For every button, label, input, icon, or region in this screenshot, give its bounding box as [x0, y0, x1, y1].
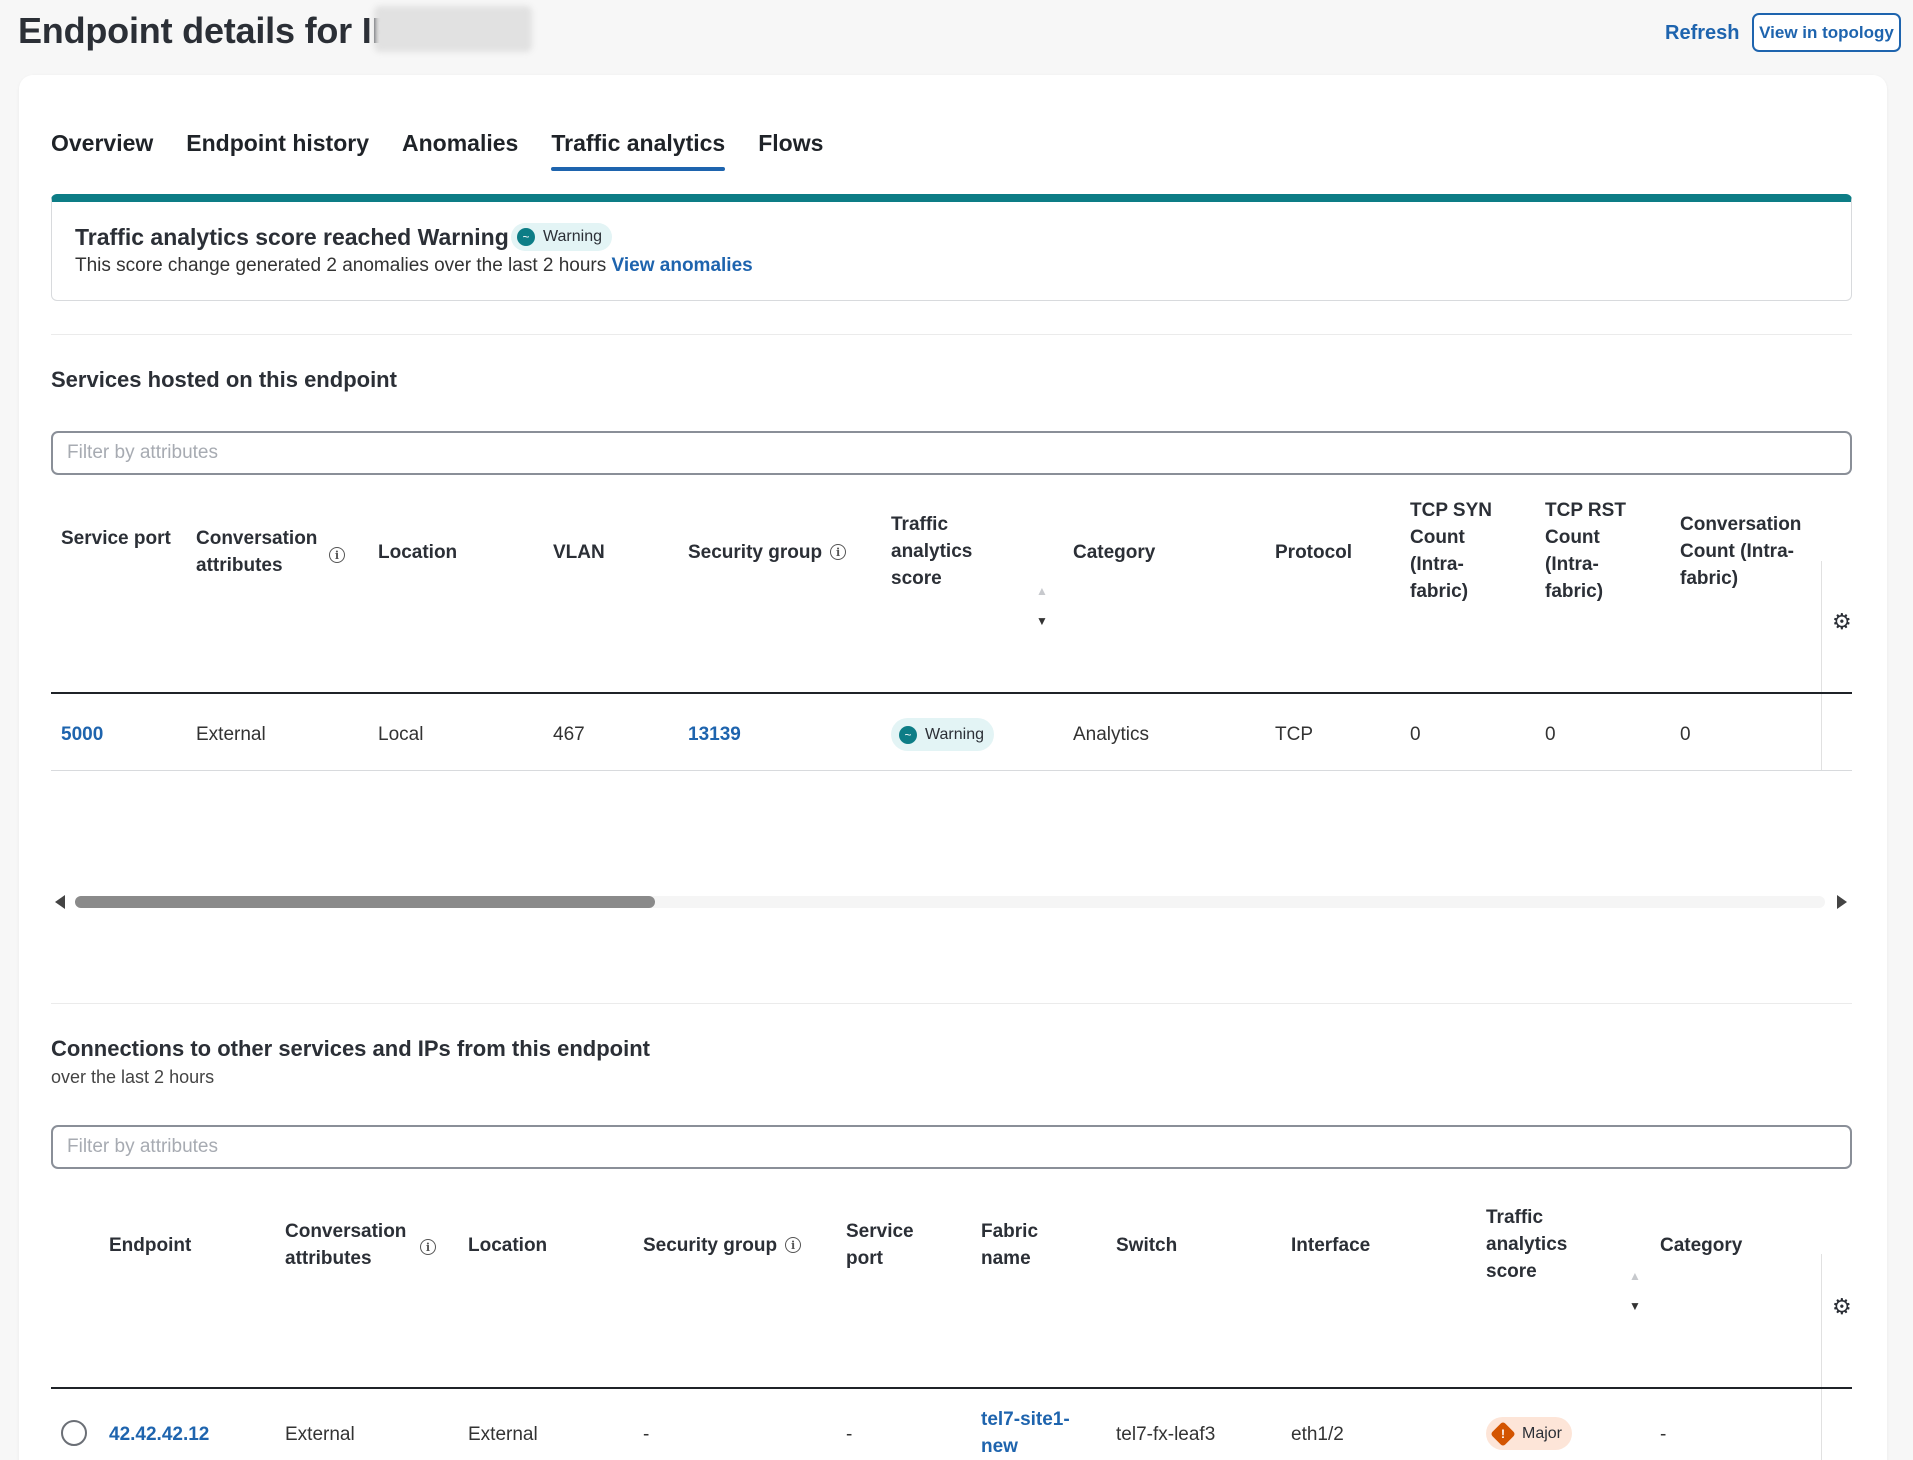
cell-tcp-rst-count: 0 — [1545, 724, 1556, 745]
column-separator — [1821, 561, 1822, 771]
alert-warning-badge: ~ Warning — [511, 223, 612, 251]
cell-conversation-attributes: External — [196, 724, 266, 745]
cell-category: Analytics — [1073, 724, 1150, 745]
tab-flows[interactable]: Flows — [758, 123, 823, 169]
badge-label: Major — [1522, 1425, 1563, 1442]
sort-icon[interactable]: ▲ ▼ — [1036, 585, 1048, 627]
warning-badge: ~ Warning — [891, 718, 994, 751]
redacted-ip — [374, 6, 532, 52]
column-header-traffic-analytics-score[interactable]: Traffic analytics score — [891, 511, 1011, 592]
cell-category: - — [1660, 1424, 1667, 1445]
sort-icon[interactable]: ▲ ▼ — [1629, 1270, 1641, 1312]
connections-section-subtitle: over the last 2 hours — [51, 1067, 215, 1087]
section-divider — [51, 1003, 1852, 1004]
column-label: Conversation attributes — [196, 528, 318, 576]
column-header-fabric-name[interactable]: Fabric name — [981, 1218, 1071, 1272]
column-header-vlan[interactable]: VLAN — [553, 525, 605, 579]
column-header-conversation-attributes[interactable]: Conversation attributes — [285, 1218, 425, 1272]
major-badge: ! Major — [1486, 1417, 1573, 1450]
alert-description: This score change generated 2 anomalies … — [75, 255, 753, 277]
page-title: Endpoint details for IP — [18, 10, 396, 51]
column-header-security-group[interactable]: Security group i — [688, 525, 847, 579]
row-divider — [51, 770, 1852, 771]
major-severity-icon: ! — [1490, 1420, 1516, 1447]
services-horizontal-scrollbar[interactable] — [51, 891, 1852, 913]
column-header-switch[interactable]: Switch — [1116, 1218, 1177, 1272]
cell-vlan: 467 — [553, 724, 585, 745]
tab-bar: Overview Endpoint history Anomalies Traf… — [51, 123, 856, 171]
column-header-conversation-count[interactable]: Conversation Count (Intra-fabric) — [1680, 511, 1820, 592]
info-icon[interactable]: i — [329, 547, 345, 563]
warning-status-icon: ~ — [899, 725, 917, 744]
cell-location: Local — [378, 724, 424, 745]
cell-protocol: TCP — [1275, 724, 1313, 745]
column-header-protocol[interactable]: Protocol — [1275, 525, 1352, 579]
security-group-link[interactable]: 13139 — [688, 721, 741, 748]
header-divider — [51, 692, 1852, 694]
view-anomalies-link[interactable]: View anomalies — [612, 255, 753, 276]
column-header-category[interactable]: Category — [1073, 525, 1155, 579]
page-header: Endpoint details for IP Refresh View in … — [0, 0, 1913, 74]
info-icon[interactable]: i — [830, 544, 847, 560]
badge-label: Warning — [925, 726, 984, 743]
column-header-conversation-attributes[interactable]: Conversation attributes — [196, 525, 336, 579]
column-header-endpoint[interactable]: Endpoint — [109, 1218, 191, 1272]
alert-text: This score change generated 2 anomalies … — [75, 255, 607, 276]
main-card: Overview Endpoint history Anomalies Traf… — [19, 75, 1887, 1460]
info-icon[interactable]: i — [785, 1237, 802, 1253]
column-separator — [1821, 1254, 1822, 1460]
column-header-tcp-syn-count[interactable]: TCP SYN Count (Intra-fabric) — [1410, 497, 1510, 605]
services-table: Service port Conversation attributes i L… — [51, 485, 1852, 795]
cell-traffic-score: ~ Warning — [891, 718, 994, 751]
service-port-link[interactable]: 5000 — [61, 721, 103, 748]
cell-conversation-count: 0 — [1680, 724, 1691, 745]
gear-icon[interactable]: ⚙ — [1832, 609, 1852, 635]
scroll-right-arrow[interactable] — [1837, 895, 1847, 909]
tab-overview[interactable]: Overview — [51, 123, 153, 169]
connections-table: Endpoint Conversation attributes i Locat… — [51, 1178, 1852, 1460]
column-header-interface[interactable]: Interface — [1291, 1218, 1370, 1272]
connections-filter-input[interactable] — [51, 1125, 1852, 1169]
tab-traffic-analytics[interactable]: Traffic analytics — [551, 123, 725, 171]
cell-traffic-score: ! Major — [1486, 1417, 1573, 1450]
cell-conversation-attributes: External — [285, 1424, 355, 1445]
column-label: Security group — [643, 1234, 778, 1256]
endpoint-link[interactable]: 42.42.42.12 — [109, 1421, 209, 1448]
column-header-location[interactable]: Location — [378, 525, 457, 579]
column-label: Security group — [688, 541, 823, 563]
info-icon[interactable]: i — [420, 1239, 436, 1255]
header-divider — [51, 1387, 1852, 1389]
services-filter-input[interactable] — [51, 431, 1852, 475]
tab-endpoint-history[interactable]: Endpoint history — [186, 123, 369, 169]
scroll-left-arrow[interactable] — [55, 895, 65, 909]
tab-anomalies[interactable]: Anomalies — [402, 123, 518, 169]
cell-service-port: - — [846, 1424, 853, 1445]
cell-security-group: - — [643, 1424, 650, 1445]
column-header-security-group[interactable]: Security group i — [643, 1218, 802, 1272]
cell-switch: tel7-fx-leaf3 — [1116, 1424, 1216, 1445]
cell-interface: eth1/2 — [1291, 1424, 1344, 1445]
column-header-service-port[interactable]: Service port — [846, 1218, 936, 1272]
view-in-topology-button[interactable]: View in topology — [1752, 13, 1901, 52]
warning-status-icon: ~ — [517, 228, 535, 246]
row-select-radio[interactable] — [61, 1420, 87, 1446]
column-header-traffic-analytics-score[interactable]: Traffic analytics score — [1486, 1204, 1606, 1285]
cell-location: External — [468, 1424, 538, 1445]
column-header-tcp-rst-count[interactable]: TCP RST Count (Intra-fabric) — [1545, 497, 1645, 605]
gear-icon[interactable]: ⚙ — [1832, 1294, 1852, 1320]
scroll-track[interactable] — [75, 896, 1825, 908]
services-section-title: Services hosted on this endpoint — [51, 367, 397, 392]
column-header-location[interactable]: Location — [468, 1218, 547, 1272]
alert-badge-label: Warning — [543, 228, 602, 245]
fabric-name-link[interactable]: tel7-site1-new — [981, 1406, 1086, 1460]
scroll-thumb[interactable] — [75, 896, 655, 908]
column-header-category[interactable]: Category — [1660, 1218, 1742, 1272]
cell-tcp-syn-count: 0 — [1410, 724, 1421, 745]
connections-section-title: Connections to other services and IPs fr… — [51, 1036, 650, 1061]
refresh-button[interactable]: Refresh — [1665, 22, 1739, 45]
column-header-service-port[interactable]: Service port — [61, 525, 181, 552]
alert-title: Traffic analytics score reached Warning — [75, 224, 509, 250]
traffic-score-alert: Traffic analytics score reached Warning … — [51, 194, 1852, 301]
section-divider — [51, 334, 1852, 335]
